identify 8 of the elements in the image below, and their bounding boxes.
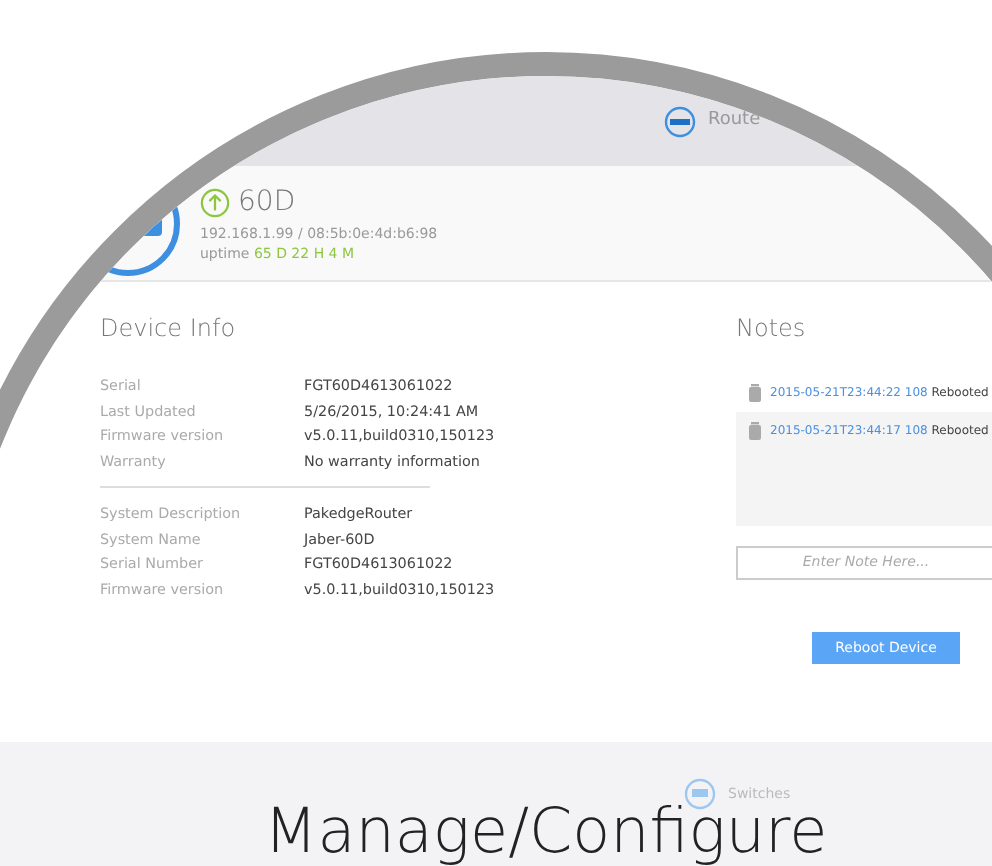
section-title: Notes [736, 312, 808, 346]
router-icon [664, 105, 696, 137]
section-title: Device Info [100, 312, 238, 346]
tab-label[interactable]: Route [708, 107, 761, 135]
trash-icon[interactable] [748, 384, 762, 402]
caption: Manage/Configure [264, 802, 828, 864]
trash-icon[interactable] [748, 422, 762, 440]
device-name: 60D [238, 183, 296, 221]
